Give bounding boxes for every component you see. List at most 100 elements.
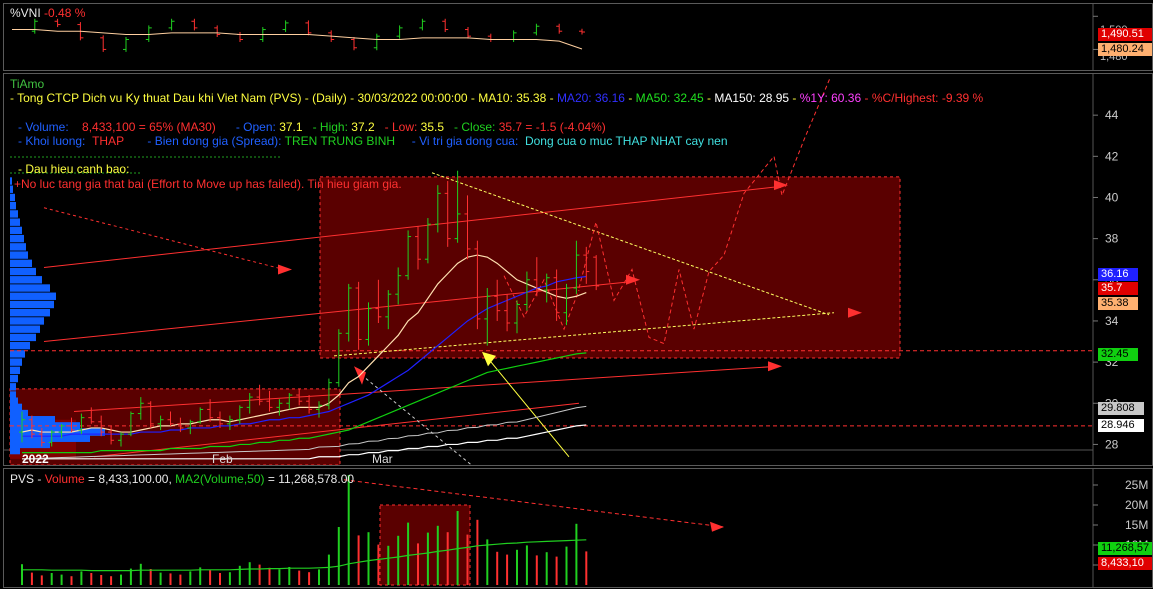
vol-volume-value: = 8,433,100.00,: [84, 472, 176, 486]
volume-bar: [357, 535, 360, 585]
volume-bar: [337, 527, 340, 585]
analysis-line: - Khoi luong: THAP - Bien dong gia (Spre…: [18, 134, 728, 148]
volume-bar: [149, 569, 152, 585]
price-tick-label: 42: [1105, 149, 1119, 163]
warning-text: +No luc tang gia that bai (Effort to Mov…: [14, 177, 402, 191]
tag-ma20: 36.16: [1098, 268, 1138, 281]
volume-profile-bar: [10, 366, 20, 375]
x-label-2022: 2022: [22, 452, 49, 466]
volume-bar: [585, 551, 588, 585]
low-value: 35.5: [420, 120, 445, 134]
volume-bar: [555, 556, 558, 585]
volume-bar: [308, 572, 311, 585]
arrow-head-3: [768, 361, 782, 372]
volume-bar: [189, 571, 192, 585]
tag-p1: 29.808: [1098, 402, 1144, 415]
volume-bar: [248, 562, 251, 585]
volume-profile-bar: [10, 341, 30, 350]
vni-change: -0.48 %: [44, 6, 86, 20]
header-ma10: MA10: 35.38: [478, 91, 547, 105]
price-tick-label: 28: [1105, 437, 1119, 451]
volume-bar: [298, 570, 301, 585]
volume-bar: [476, 519, 479, 585]
volume-bar: [436, 525, 439, 585]
volume-arrow-head: [710, 521, 724, 532]
volume-bar: [426, 532, 429, 585]
volume-bar: [40, 575, 43, 585]
pos-label: - Vi tri gia dong cua:: [411, 134, 519, 148]
volume-bar: [110, 576, 113, 585]
price-tick-label: 38: [1105, 232, 1119, 246]
volume-bar: [21, 564, 23, 585]
volume-bar: [100, 575, 103, 585]
header-line: - Tong CTCP Dich vu Ky thuat Dau khi Vie…: [10, 91, 984, 105]
volume-value: 8,433,100 = 65% (MA30): [82, 120, 216, 134]
volume-bar: [545, 552, 548, 585]
volume-bar: [219, 573, 221, 585]
spread-value: TREN TRUNG BINH: [284, 134, 396, 148]
price-panel[interactable]: 283032343638404244 TiAmo - Tong CTCP Dic…: [3, 73, 1153, 466]
volume-profile-bar: [10, 202, 16, 210]
volume-bar: [417, 543, 419, 585]
high-value: 37.2: [351, 120, 375, 134]
volume-bar: [446, 532, 449, 585]
volume-bar: [387, 545, 390, 585]
volume-profile-bar: [10, 185, 13, 193]
volume-profile-bar: [10, 300, 54, 309]
low-label: - Low:: [384, 120, 418, 134]
price-tick-label: 40: [1105, 190, 1119, 204]
volume-profile-bar: [10, 234, 24, 243]
vol-ma-label: MA2(Volume,50): [175, 472, 265, 486]
ohlc-line: - Volume: 8,433,100 = 65% (MA30) - Open:…: [18, 120, 606, 134]
spread-label: - Bien dong gia (Spread):: [147, 134, 282, 148]
volume-tick-label: 15M: [1125, 518, 1148, 532]
volume-bar: [347, 475, 350, 585]
volume-profile-bar: [10, 251, 28, 259]
price-tick-label: 44: [1105, 108, 1119, 122]
volume-bar: [80, 571, 83, 585]
brand-label: TiAmo: [10, 77, 45, 91]
volume-profile-bar: [10, 210, 18, 218]
volume-bar: [516, 549, 518, 585]
vol-ma-value: = 11,268,578.00: [264, 472, 355, 486]
volume-bar: [397, 535, 400, 585]
tag-ma50: 32.45: [1098, 348, 1138, 361]
volume-bar: [238, 565, 241, 585]
volume-profile-bar: [10, 276, 42, 284]
volume-bar: [268, 567, 271, 585]
kl-label: - Khoi luong:: [18, 134, 86, 148]
volume-bar: [506, 554, 509, 585]
volume-tick-label: 20M: [1125, 498, 1148, 512]
volume-bar: [139, 563, 142, 585]
volume-profile-bar: [10, 358, 22, 366]
vol-ma-tag: 11,268,57: [1098, 542, 1152, 555]
volume-bar: [228, 572, 231, 585]
volume-profile-bar: [10, 383, 16, 391]
header-1y: %1Y: 60.36: [799, 91, 862, 105]
vol-prefix: PVS -: [10, 472, 45, 486]
volume-profile-bar: [10, 292, 56, 300]
volume-bar: [318, 569, 320, 585]
volume-bar: [179, 574, 182, 585]
dashed-arrow-line: [43, 207, 285, 270]
vni-panel[interactable]: %VNI -0.48 % 1,500 1,480 1,490.51 1,480.…: [3, 3, 1153, 71]
volume-legend: PVS - Volume = 8,433,100.00, MA2(Volume,…: [10, 472, 354, 486]
volume-bar: [367, 532, 370, 585]
vni-ma-line: [12, 29, 583, 50]
volume-bar: [60, 574, 63, 585]
volume-panel[interactable]: 5M10M15M20M25M PVS - Volume = 8,433,100.…: [3, 468, 1153, 588]
consolidation-zone: [319, 176, 901, 359]
volume-profile-bar: [10, 333, 36, 342]
tag-ma10: 35.38: [1098, 297, 1138, 310]
volume-bar: [565, 546, 568, 585]
volume-chart: 5M10M15M20M25M: [21, 469, 1148, 587]
volume-profile-bar: [10, 259, 32, 268]
volume-profile-bar: [10, 374, 18, 383]
vni-ma-tag: 1,480.24: [1098, 43, 1152, 56]
volume-profile-bar: [10, 391, 16, 399]
volume-label: - Volume:: [18, 120, 69, 134]
volume-bar: [288, 567, 291, 585]
tag-close: 35.7: [1098, 282, 1138, 295]
volume-profile-bar: [10, 226, 22, 235]
header-c-high: %C/Highest: -9.39 %: [871, 91, 984, 105]
